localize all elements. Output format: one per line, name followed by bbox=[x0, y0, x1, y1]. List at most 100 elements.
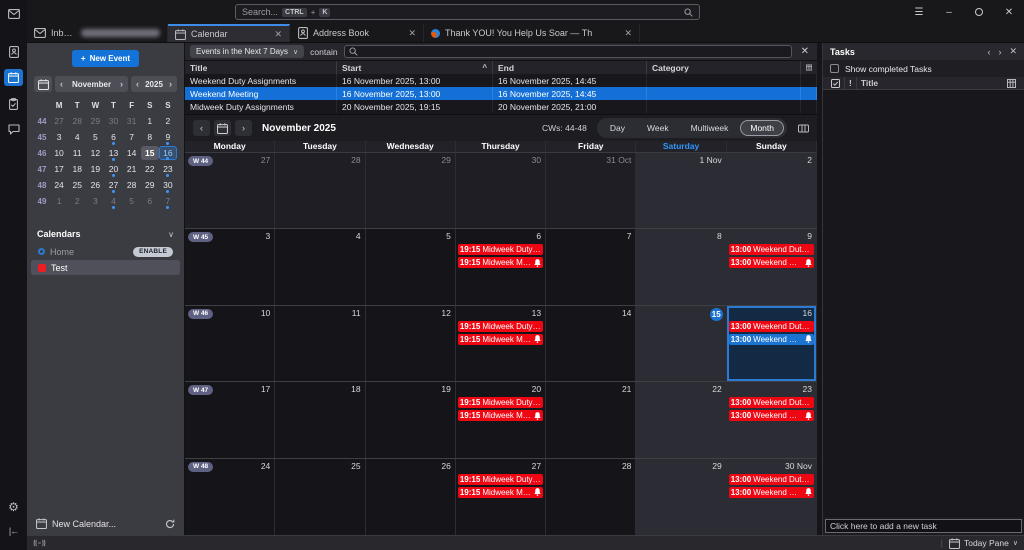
minical-day[interactable]: 2 bbox=[68, 194, 86, 208]
day-cell-27[interactable]: W 4427 bbox=[185, 153, 275, 228]
tab-calendar[interactable]: Calendar✕ bbox=[168, 24, 290, 42]
day-cell-3[interactable]: W 453 bbox=[185, 229, 275, 304]
calendars-section-header[interactable]: Calendars ∨ bbox=[27, 229, 184, 243]
day-cell-25[interactable]: 25 bbox=[275, 459, 365, 535]
event-midweek-meeting[interactable]: 19:15Midweek Meeting bbox=[458, 334, 543, 345]
day-cell-28[interactable]: 28 bbox=[275, 153, 365, 228]
minical-day[interactable]: 29 bbox=[86, 114, 104, 128]
tasks-close-button[interactable]: ✕ bbox=[1009, 46, 1017, 57]
minical-day[interactable]: 14 bbox=[123, 146, 141, 160]
minical-day[interactable]: 4 bbox=[104, 194, 122, 208]
day-cell-12[interactable]: 12 bbox=[366, 306, 456, 381]
minical-day[interactable]: 16 bbox=[159, 146, 177, 160]
event-midweek-meeting[interactable]: 19:15Midweek Meeting bbox=[458, 410, 543, 421]
task-completed-column-icon[interactable] bbox=[827, 77, 845, 89]
event-weekend-duty-assignments[interactable]: 13:00Weekend Duty Assignments bbox=[729, 244, 814, 255]
tab-address-book[interactable]: Address Book✕ bbox=[290, 24, 424, 42]
tasks-forward-button[interactable]: › bbox=[998, 47, 1001, 57]
minical-day[interactable]: 26 bbox=[86, 178, 104, 192]
day-cell-27[interactable]: 2719:15Midweek Duty Assignments19:15Midw… bbox=[456, 459, 546, 535]
tab-close-icon[interactable]: ✕ bbox=[402, 28, 416, 39]
tasks-list-empty[interactable] bbox=[823, 90, 1024, 517]
view-tab-day[interactable]: Day bbox=[600, 120, 635, 136]
event-midweek-duty-assignments[interactable]: 19:15Midweek Duty Assignments bbox=[458, 397, 543, 408]
view-tab-week[interactable]: Week bbox=[637, 120, 679, 136]
event-midweek-meeting[interactable]: 19:15Midweek Meeting bbox=[458, 487, 543, 498]
enable-badge[interactable]: ENABLE bbox=[133, 247, 173, 257]
event-weekend-duty-assignments[interactable]: 13:00Weekend Duty Assignments bbox=[729, 397, 814, 408]
minical-day[interactable]: 29 bbox=[141, 178, 159, 192]
minical-day[interactable]: 12 bbox=[86, 146, 104, 160]
day-cell-14[interactable]: 14 bbox=[546, 306, 636, 381]
minical-day[interactable]: 7 bbox=[123, 130, 141, 144]
tab-close-icon[interactable]: ✕ bbox=[268, 29, 282, 40]
day-cell-15[interactable]: 15 bbox=[636, 306, 726, 381]
day-cell-31-oct[interactable]: 31 Oct bbox=[546, 153, 636, 228]
day-cell-2[interactable]: 2 bbox=[727, 153, 817, 228]
minical-day[interactable]: 10 bbox=[50, 146, 68, 160]
prev-month-button[interactable]: ‹ bbox=[60, 79, 63, 89]
tab-inbox-[interactable]: Inbox - bbox=[27, 24, 168, 42]
go-to-today-button[interactable] bbox=[214, 120, 231, 136]
minical-day[interactable]: 3 bbox=[86, 194, 104, 208]
minical-day[interactable]: 2 bbox=[159, 114, 177, 128]
column-header-category[interactable]: Category bbox=[647, 61, 801, 74]
column-header-end[interactable]: End bbox=[493, 61, 647, 74]
minical-day[interactable]: 30 bbox=[104, 114, 122, 128]
day-cell-6[interactable]: 619:15Midweek Duty Assignments19:15Midwe… bbox=[456, 229, 546, 304]
minical-day[interactable]: 27 bbox=[104, 178, 122, 192]
new-calendar-button[interactable]: New Calendar... bbox=[52, 519, 116, 529]
sync-calendars-icon[interactable] bbox=[165, 519, 175, 529]
day-cell-17[interactable]: W 4717 bbox=[185, 382, 275, 457]
minical-day[interactable]: 1 bbox=[50, 194, 68, 208]
tab-thank-you-you-help-us-soar-th[interactable]: Thank YOU! You Help Us Soar — Th✕ bbox=[424, 24, 640, 42]
event-weekend-meeting[interactable]: 13:00Weekend Meeting bbox=[729, 487, 814, 498]
event-range-dropdown[interactable]: Events in the Next 7 Days ∨ bbox=[190, 45, 304, 58]
minical-day[interactable]: 20 bbox=[104, 162, 122, 176]
rail-tasks-button[interactable] bbox=[4, 95, 23, 112]
calendar-list-item-test[interactable]: Test bbox=[31, 260, 180, 275]
day-cell-28[interactable]: 28 bbox=[546, 459, 636, 535]
settings-button[interactable]: ⚙ bbox=[4, 498, 23, 515]
day-cell-1-nov[interactable]: 1 Nov bbox=[636, 153, 726, 228]
event-list-row[interactable]: Midweek Duty Assignments20 November 2025… bbox=[185, 100, 817, 113]
event-weekend-meeting[interactable]: 13:00Weekend Meeting bbox=[729, 334, 814, 345]
minical-day[interactable]: 5 bbox=[123, 194, 141, 208]
tab-close-icon[interactable]: ✕ bbox=[618, 28, 632, 39]
day-cell-8[interactable]: 8 bbox=[636, 229, 726, 304]
event-weekend-duty-assignments[interactable]: 13:00Weekend Duty Assignments bbox=[729, 321, 814, 332]
minical-day[interactable]: 25 bbox=[68, 178, 86, 192]
day-cell-29[interactable]: 29 bbox=[366, 153, 456, 228]
rotate-view-icon[interactable] bbox=[798, 123, 809, 134]
day-cell-19[interactable]: 19 bbox=[366, 382, 456, 457]
minimize-button[interactable]: – bbox=[934, 0, 964, 24]
rail-address-book-button[interactable] bbox=[4, 43, 23, 60]
minical-day[interactable]: 5 bbox=[86, 130, 104, 144]
app-menu-button[interactable]: ☰ bbox=[904, 0, 934, 24]
next-period-button[interactable]: › bbox=[235, 120, 252, 136]
close-button[interactable]: ✕ bbox=[994, 0, 1024, 24]
show-completed-checkbox[interactable] bbox=[830, 64, 839, 73]
minical-day[interactable]: 22 bbox=[141, 162, 159, 176]
minical-day[interactable]: 28 bbox=[68, 114, 86, 128]
day-cell-23[interactable]: 2313:00Weekend Duty Assignments13:00Week… bbox=[727, 382, 817, 457]
minical-day[interactable]: 7 bbox=[159, 194, 177, 208]
event-weekend-meeting[interactable]: 13:00Weekend Meeting bbox=[729, 410, 814, 421]
minical-day[interactable]: 23 bbox=[159, 162, 177, 176]
close-filter-icon[interactable]: ✕ bbox=[798, 46, 812, 57]
collapse-sidebar-button[interactable]: |← bbox=[4, 524, 23, 541]
day-cell-13[interactable]: 1319:15Midweek Duty Assignments19:15Midw… bbox=[456, 306, 546, 381]
minical-day[interactable]: 6 bbox=[104, 130, 122, 144]
minical-day[interactable]: 24 bbox=[50, 178, 68, 192]
event-weekend-duty-assignments[interactable]: 13:00Weekend Duty Assignments bbox=[729, 474, 814, 485]
previous-period-button[interactable]: ‹ bbox=[193, 120, 210, 136]
day-cell-10[interactable]: W 4610 bbox=[185, 306, 275, 381]
column-header-start[interactable]: Start^ bbox=[337, 61, 493, 74]
event-midweek-duty-assignments[interactable]: 19:15Midweek Duty Assignments bbox=[458, 244, 543, 255]
minical-day[interactable]: 3 bbox=[50, 130, 68, 144]
minical-day[interactable]: 13 bbox=[104, 146, 122, 160]
minical-day[interactable]: 1 bbox=[141, 114, 159, 128]
event-midweek-duty-assignments[interactable]: 19:15Midweek Duty Assignments bbox=[458, 474, 543, 485]
day-cell-18[interactable]: 18 bbox=[275, 382, 365, 457]
event-weekend-meeting[interactable]: 13:00Weekend Meeting bbox=[729, 257, 814, 268]
